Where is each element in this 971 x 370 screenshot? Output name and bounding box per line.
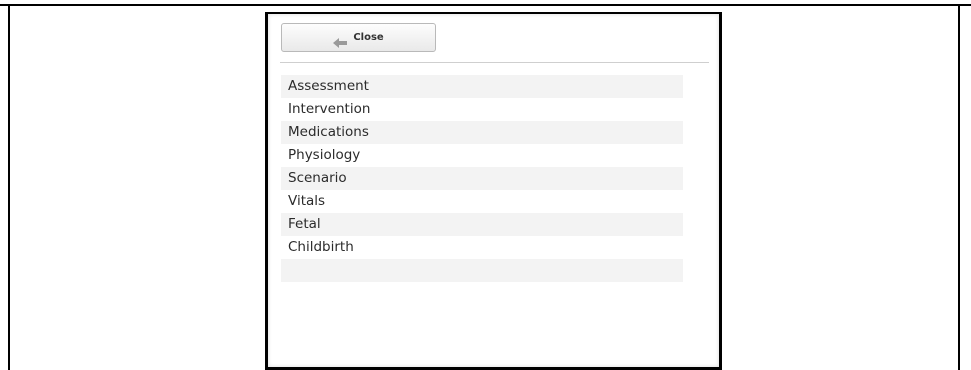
close-button-label: Close <box>353 32 384 43</box>
list-item-medications[interactable]: Medications <box>281 121 683 144</box>
list-item-vitals[interactable]: Vitals <box>281 190 683 213</box>
frame-border-left <box>8 4 10 370</box>
menu-panel: Close Assessment Intervention Medication… <box>265 12 722 370</box>
list-item-fetal[interactable]: Fetal <box>281 213 683 236</box>
frame-border-top <box>0 4 971 6</box>
page-frame: Close Assessment Intervention Medication… <box>0 0 971 370</box>
arrow-left-icon <box>333 33 348 48</box>
divider <box>280 62 709 63</box>
list-item-physiology[interactable]: Physiology <box>281 144 683 167</box>
list-item-childbirth[interactable]: Childbirth <box>281 236 683 259</box>
list-item-assessment[interactable]: Assessment <box>281 75 683 98</box>
category-list: Assessment Intervention Medications Phys… <box>281 75 683 282</box>
list-item-intervention[interactable]: Intervention <box>281 98 683 121</box>
close-button[interactable]: Close <box>281 23 436 52</box>
frame-border-right <box>958 4 960 370</box>
list-item-empty <box>281 259 683 282</box>
list-item-scenario[interactable]: Scenario <box>281 167 683 190</box>
